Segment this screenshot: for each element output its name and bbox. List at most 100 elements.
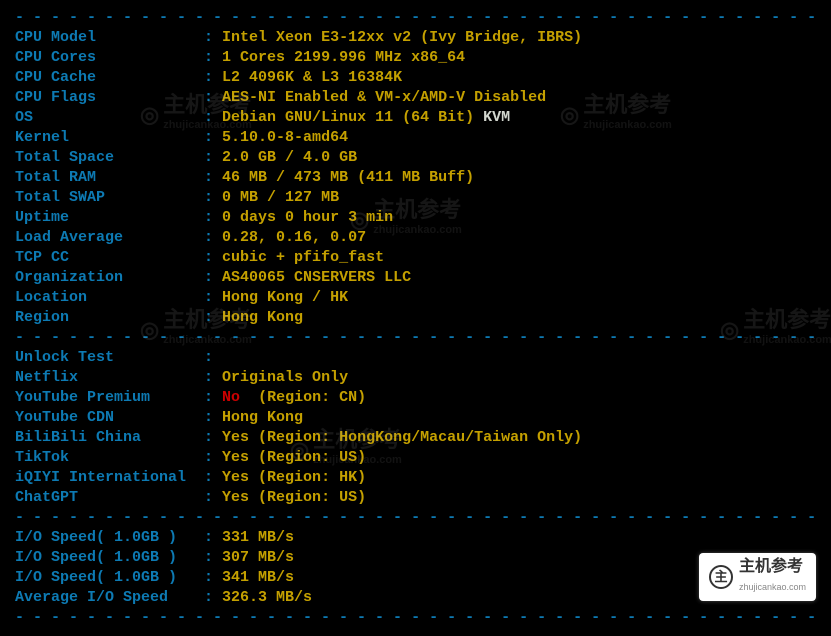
divider-line: - - - - - - - - - - - - - - - - - - - - … bbox=[15, 508, 816, 528]
logo-text: 主机参考 bbox=[739, 558, 803, 575]
row-label: Location bbox=[15, 289, 204, 306]
info-row: OS : Debian GNU/Linux 11 (64 Bit) KVM bbox=[15, 108, 816, 128]
brand-logo: 主 主机参考 zhujicankao.com bbox=[699, 553, 816, 601]
info-row: YouTube CDN : Hong Kong bbox=[15, 408, 816, 428]
separator: : bbox=[204, 69, 222, 86]
separator: : bbox=[204, 389, 222, 406]
info-row: BiliBili China : Yes (Region: HongKong/M… bbox=[15, 428, 816, 448]
row-value: 2.0 GB / 4.0 GB bbox=[222, 149, 357, 166]
info-row: Average I/O Speed : 326.3 MB/s bbox=[15, 588, 816, 608]
separator: : bbox=[204, 489, 222, 506]
row-value: 326.3 MB/s bbox=[222, 589, 312, 606]
row-label: I/O Speed( 1.0GB ) bbox=[15, 529, 204, 546]
separator: : bbox=[204, 49, 222, 66]
info-row: I/O Speed( 1.0GB ) : 307 MB/s bbox=[15, 548, 816, 568]
separator: : bbox=[204, 169, 222, 186]
info-row: CPU Flags : AES-NI Enabled & VM-x/AMD-V … bbox=[15, 88, 816, 108]
row-value: Yes (Region: HongKong/Macau/Taiwan Only) bbox=[222, 429, 582, 446]
row-extra: (Region: CN) bbox=[240, 389, 366, 406]
separator: : bbox=[204, 269, 222, 286]
row-label: CPU Cores bbox=[15, 49, 204, 66]
separator: : bbox=[204, 109, 222, 126]
row-extra: KVM bbox=[474, 109, 510, 126]
row-label: OS bbox=[15, 109, 204, 126]
row-label: CPU Flags bbox=[15, 89, 204, 106]
info-row: Region : Hong Kong bbox=[15, 308, 816, 328]
row-label: Load Average bbox=[15, 229, 204, 246]
info-row: Total SWAP : 0 MB / 127 MB bbox=[15, 188, 816, 208]
info-row: Netflix : Originals Only bbox=[15, 368, 816, 388]
info-row: I/O Speed( 1.0GB ) : 341 MB/s bbox=[15, 568, 816, 588]
row-label: iQIYI International bbox=[15, 469, 204, 486]
separator: : bbox=[204, 189, 222, 206]
info-row: Location : Hong Kong / HK bbox=[15, 288, 816, 308]
row-label: YouTube Premium bbox=[15, 389, 204, 406]
row-label: Total SWAP bbox=[15, 189, 204, 206]
row-label: YouTube CDN bbox=[15, 409, 204, 426]
row-label: Total Space bbox=[15, 149, 204, 166]
separator: : bbox=[204, 569, 222, 586]
row-value: Yes (Region: US) bbox=[222, 489, 366, 506]
info-row: YouTube Premium : No (Region: CN) bbox=[15, 388, 816, 408]
terminal-output: - - - - - - - - - - - - - - - - - - - - … bbox=[0, 0, 831, 636]
separator: : bbox=[204, 409, 222, 426]
row-value: 46 MB / 473 MB (411 MB Buff) bbox=[222, 169, 474, 186]
separator: : bbox=[204, 549, 222, 566]
row-label: I/O Speed( 1.0GB ) bbox=[15, 569, 204, 586]
info-row: TikTok : Yes (Region: US) bbox=[15, 448, 816, 468]
row-value: L2 4096K & L3 16384K bbox=[222, 69, 402, 86]
separator: : bbox=[204, 209, 222, 226]
row-value: Yes (Region: HK) bbox=[222, 469, 366, 486]
info-row: Total Space : 2.0 GB / 4.0 GB bbox=[15, 148, 816, 168]
separator: : bbox=[204, 229, 222, 246]
row-label: Organization bbox=[15, 269, 204, 286]
info-row: iQIYI International : Yes (Region: HK) bbox=[15, 468, 816, 488]
separator: : bbox=[204, 289, 222, 306]
row-value: cubic + pfifo_fast bbox=[222, 249, 384, 266]
separator: : bbox=[204, 469, 222, 486]
row-value: 0.28, 0.16, 0.07 bbox=[222, 229, 366, 246]
row-label: TikTok bbox=[15, 449, 204, 466]
row-label: Netflix bbox=[15, 369, 204, 386]
row-value: Intel Xeon E3-12xx v2 (Ivy Bridge, IBRS) bbox=[222, 29, 582, 46]
row-label: Unlock Test bbox=[15, 349, 204, 366]
row-value: AES-NI Enabled & VM-x/AMD-V Disabled bbox=[222, 89, 546, 106]
separator: : bbox=[204, 589, 222, 606]
separator: : bbox=[204, 369, 222, 386]
info-row: TCP CC : cubic + pfifo_fast bbox=[15, 248, 816, 268]
divider-line: - - - - - - - - - - - - - - - - - - - - … bbox=[15, 608, 816, 628]
info-row: Unlock Test : bbox=[15, 348, 816, 368]
row-label: Region bbox=[15, 309, 204, 326]
separator: : bbox=[204, 309, 222, 326]
row-value: AS40065 CNSERVERS LLC bbox=[222, 269, 411, 286]
row-label: CPU Model bbox=[15, 29, 204, 46]
info-row: ChatGPT : Yes (Region: US) bbox=[15, 488, 816, 508]
row-label: Kernel bbox=[15, 129, 204, 146]
row-value: 0 days 0 hour 3 min bbox=[222, 209, 393, 226]
row-label: CPU Cache bbox=[15, 69, 204, 86]
row-label: Uptime bbox=[15, 209, 204, 226]
row-value: 331 MB/s bbox=[222, 529, 294, 546]
divider-line: - - - - - - - - - - - - - - - - - - - - … bbox=[15, 328, 816, 348]
row-value: No bbox=[222, 389, 240, 406]
info-row: Load Average : 0.28, 0.16, 0.07 bbox=[15, 228, 816, 248]
row-value: 1 Cores 2199.996 MHz x86_64 bbox=[222, 49, 465, 66]
row-value: Originals Only bbox=[222, 369, 348, 386]
info-row: Uptime : 0 days 0 hour 3 min bbox=[15, 208, 816, 228]
info-row: I/O Speed( 1.0GB ) : 331 MB/s bbox=[15, 528, 816, 548]
separator: : bbox=[204, 29, 222, 46]
logo-url: zhujicankao.com bbox=[739, 577, 806, 597]
row-value: Hong Kong bbox=[222, 409, 303, 426]
row-value: 0 MB / 127 MB bbox=[222, 189, 339, 206]
separator: : bbox=[204, 529, 222, 546]
row-value: Yes (Region: US) bbox=[222, 449, 366, 466]
row-value: 5.10.0-8-amd64 bbox=[222, 129, 348, 146]
row-label: TCP CC bbox=[15, 249, 204, 266]
logo-icon: 主 bbox=[709, 565, 733, 589]
row-value: Debian GNU/Linux 11 (64 Bit) bbox=[222, 109, 474, 126]
separator: : bbox=[204, 449, 222, 466]
separator: : bbox=[204, 249, 222, 266]
separator: : bbox=[204, 429, 222, 446]
separator: : bbox=[204, 89, 222, 106]
separator: : bbox=[204, 149, 222, 166]
